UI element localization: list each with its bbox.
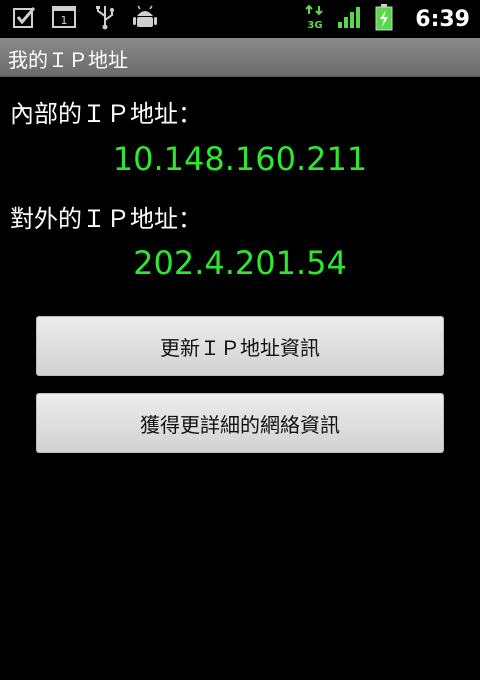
3g-data-icon: 3G: [305, 4, 325, 34]
network-details-button[interactable]: 獲得更詳細的網絡資訊: [36, 393, 444, 453]
status-bar: 1 3G 6:39: [0, 0, 480, 38]
system-icons: 3G 6:39: [305, 4, 470, 34]
refresh-ip-button[interactable]: 更新ＩＰ地址資訊: [36, 316, 444, 376]
network-details-button-label: 獲得更詳細的網絡資訊: [140, 412, 340, 437]
android-debug-icon[interactable]: [132, 4, 158, 34]
battery-charging-icon: [375, 3, 393, 35]
internal-ip-value: 10.148.160.211: [112, 140, 368, 178]
external-ip-label: 對外的ＩＰ地址：: [10, 205, 202, 233]
app-title-bar: 我的ＩＰ地址: [0, 38, 480, 77]
app-title: 我的ＩＰ地址: [8, 48, 128, 72]
checkbox-notification-icon[interactable]: [12, 5, 36, 33]
svg-text:1: 1: [61, 14, 68, 27]
usb-icon[interactable]: [94, 4, 116, 34]
notification-icons: 1: [12, 4, 158, 34]
internal-ip-label: 內部的ＩＰ地址：: [10, 100, 202, 128]
clock: 6:39: [415, 6, 470, 32]
svg-text:3G: 3G: [308, 20, 323, 30]
calendar-icon[interactable]: 1: [52, 5, 78, 33]
refresh-ip-button-label: 更新ＩＰ地址資訊: [160, 335, 320, 360]
external-ip-value: 202.4.201.54: [133, 244, 347, 282]
signal-strength-icon: [337, 5, 363, 33]
